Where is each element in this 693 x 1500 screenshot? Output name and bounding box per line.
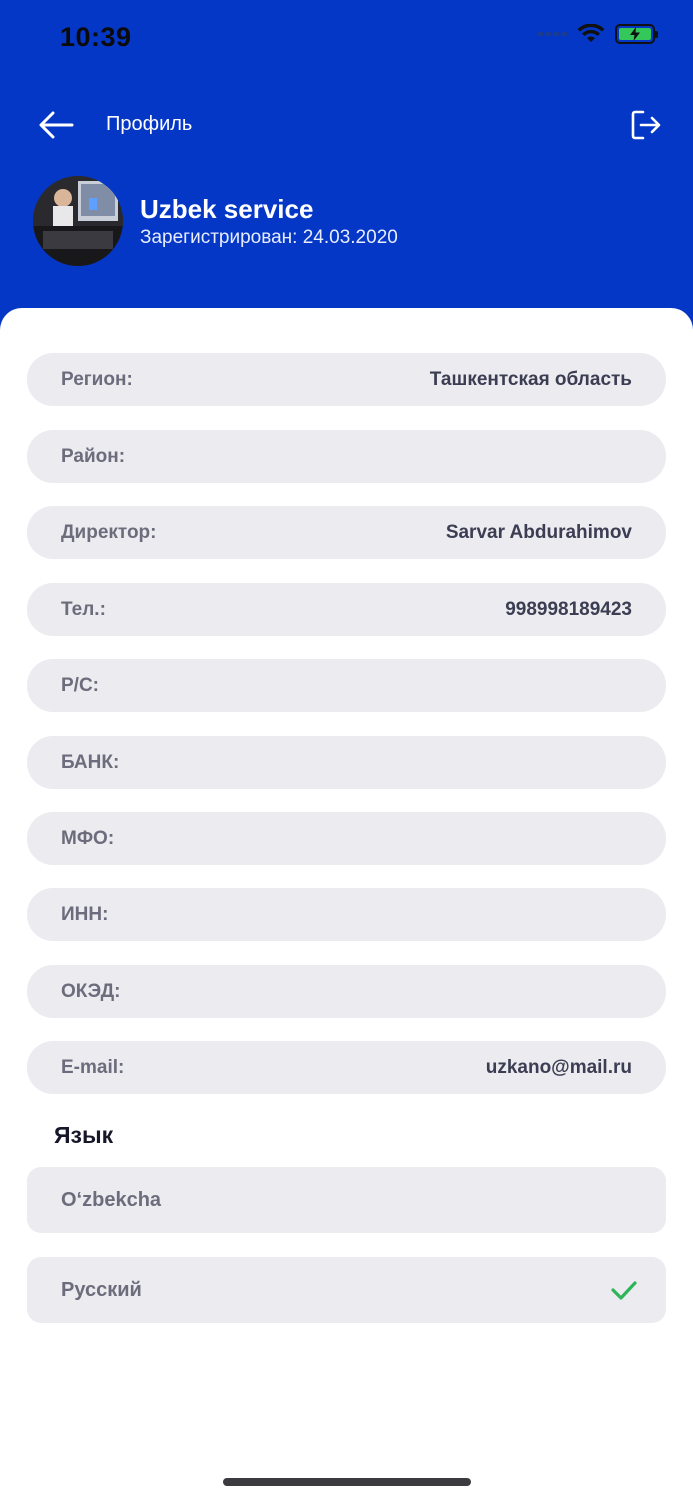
status-time: 10:39 bbox=[60, 22, 132, 52]
home-indicator[interactable] bbox=[223, 1478, 471, 1486]
battery-icon bbox=[615, 24, 658, 44]
field-oked: ОКЭД: bbox=[27, 965, 666, 1018]
field-value: Ташкентская область bbox=[429, 368, 632, 390]
field-email: E-mail: uzkano@mail.ru bbox=[27, 1041, 666, 1094]
field-mfo: МФО: bbox=[27, 812, 666, 865]
field-label: БАНК: bbox=[61, 751, 120, 773]
page-title: Профиль bbox=[106, 113, 193, 135]
field-label: ОКЭД: bbox=[61, 980, 121, 1002]
field-inn: ИНН: bbox=[27, 888, 666, 941]
avatar bbox=[33, 176, 123, 266]
company-name: Uzbek service bbox=[140, 194, 314, 224]
field-region: Регион: Ташкентская область bbox=[27, 353, 666, 406]
profile-header: 10:39 Профиль Uzbek service Зарегистриро… bbox=[0, 0, 693, 330]
wifi-icon bbox=[577, 24, 605, 42]
field-label: Тел.: bbox=[61, 598, 106, 620]
field-phone: Тел.: 998998189423 bbox=[27, 583, 666, 636]
field-label: Р/С: bbox=[61, 674, 99, 696]
status-icons bbox=[538, 24, 658, 44]
field-value: 998998189423 bbox=[505, 598, 632, 620]
back-arrow-icon[interactable] bbox=[38, 110, 74, 140]
signal-icon bbox=[538, 32, 567, 36]
language-label: O‘zbekcha bbox=[61, 1188, 162, 1211]
language-option-russian[interactable]: Русский bbox=[27, 1257, 666, 1323]
field-value: uzkano@mail.ru bbox=[485, 1056, 632, 1078]
language-heading: Язык bbox=[54, 1122, 114, 1148]
field-label: ИНН: bbox=[61, 903, 109, 925]
field-district: Район: bbox=[27, 430, 666, 483]
field-label: Директор: bbox=[61, 521, 157, 543]
language-label: Русский bbox=[61, 1278, 142, 1301]
checkmark-icon bbox=[611, 1281, 637, 1300]
field-bank: БАНК: bbox=[27, 736, 666, 789]
nav-bar: Профиль bbox=[0, 100, 693, 150]
language-option-uzbek[interactable]: O‘zbekcha bbox=[27, 1167, 666, 1233]
field-label: МФО: bbox=[61, 827, 115, 849]
field-label: E-mail: bbox=[61, 1056, 125, 1078]
registration-date: Зарегистрирован: 24.03.2020 bbox=[140, 227, 398, 248]
field-label: Регион: bbox=[61, 368, 133, 390]
field-account: Р/С: bbox=[27, 659, 666, 712]
logout-icon[interactable] bbox=[629, 108, 663, 142]
field-director: Директор: Sarvar Abdurahimov bbox=[27, 506, 666, 559]
field-value: Sarvar Abdurahimov bbox=[445, 521, 632, 543]
field-label: Район: bbox=[61, 445, 126, 467]
